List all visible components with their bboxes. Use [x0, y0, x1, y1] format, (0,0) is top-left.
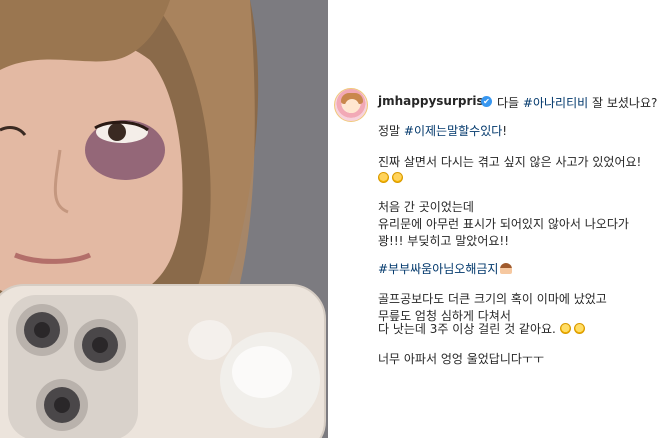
eye — [108, 123, 126, 141]
username-link[interactable]: jmhappysurprise — [378, 94, 492, 108]
caption-line-5: 처음 간 곳이었는데 — [378, 200, 474, 214]
worried-face-icon — [378, 172, 389, 183]
caption-emoji-row-1 — [378, 171, 406, 186]
caption-line-1: 다들 #아나리티비 잘 보셨나요? — [497, 96, 658, 110]
hashtag-link[interactable]: #아나리티비 — [523, 96, 588, 110]
pleading-face-icon — [573, 323, 585, 334]
caption-line-9: 골프공보다도 더큰 크기의 혹이 이마에 났었고 — [378, 292, 607, 306]
selfie-image — [0, 0, 328, 438]
avatar[interactable] — [334, 88, 368, 122]
caption-line-6: 유리문에 아무런 표시가 되어있지 않아서 나오다가 — [378, 217, 629, 231]
person-shrugging-icon — [500, 263, 513, 274]
caption-line-12: 너무 아파서 엉엉 울었답니다ㅜㅜ — [378, 352, 545, 366]
verified-badge-icon: ✔ — [481, 96, 492, 107]
caption-line-3: 진짜 살면서 다시는 겪고 싶지 않은 사고가 있었어요! — [378, 155, 642, 169]
hashtag-link[interactable]: #부부싸움아님오해금지 — [378, 262, 498, 276]
caption-line-2: 정말 #이제는말할수있다! — [378, 124, 508, 138]
pleading-face-icon — [559, 323, 571, 334]
post-caption-panel: jmhappysurprise ✔ 다들 #아나리티비 잘 보셨나요? 정말 #… — [328, 0, 658, 438]
worried-face-icon — [392, 172, 403, 183]
caption-line-8: #부부싸움아님오해금지 — [378, 262, 515, 277]
hashtag-link[interactable]: #이제는말할수있다 — [404, 124, 502, 138]
post-photo — [0, 0, 328, 438]
caption-line-11: 다 낫는데 3주 이상 걸린 것 같아요. — [378, 322, 588, 337]
caption-line-7: 꽝!!! 부딪히고 말았어요!! — [378, 234, 510, 248]
